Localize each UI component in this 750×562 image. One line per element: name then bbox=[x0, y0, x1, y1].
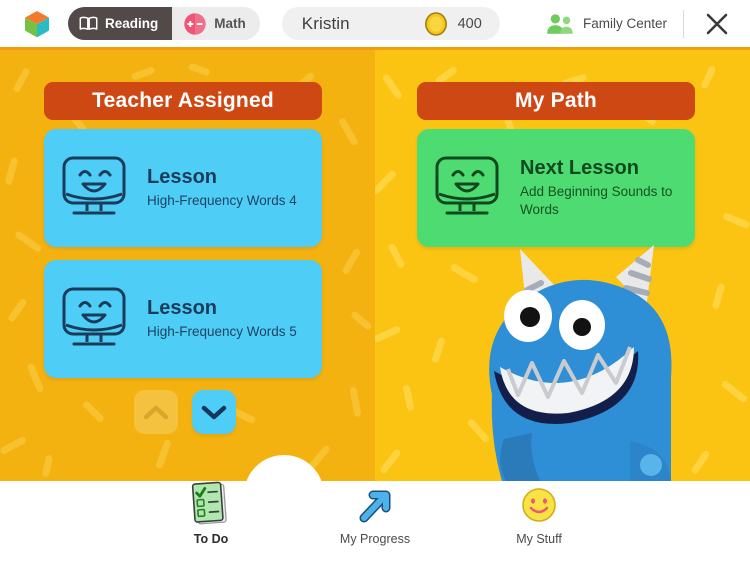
nav-icon-wrap-to-do bbox=[190, 481, 232, 528]
nav-item-my-stuff[interactable]: My Stuff bbox=[487, 482, 592, 546]
stage-top-rule bbox=[0, 47, 750, 50]
lesson-card-2-title: Lesson bbox=[147, 297, 218, 320]
bottom-nav-items: To Do My Progress My Stuff bbox=[0, 481, 750, 562]
nav-label-my-progress: My Progress bbox=[339, 532, 411, 546]
open-book-icon bbox=[79, 16, 98, 30]
family-center-label: Family Center bbox=[582, 16, 667, 31]
top-bar: Reading Math Kristin 400 Family Center bbox=[0, 0, 750, 47]
pager-up-button[interactable] bbox=[134, 390, 178, 434]
toolbar-divider bbox=[683, 9, 684, 38]
subject-tab-reading[interactable]: Reading bbox=[68, 7, 173, 40]
bottom-nav: To Do My Progress My Stuff bbox=[0, 455, 750, 562]
nav-item-to-do[interactable]: To Do bbox=[159, 481, 264, 546]
lesson-pager bbox=[134, 390, 236, 434]
coin-value: 400 bbox=[457, 15, 482, 32]
nav-label-my-stuff: My Stuff bbox=[516, 532, 562, 546]
gold-coin-icon bbox=[424, 11, 447, 36]
lesson-card-1-text: Lesson High-Frequency Words 4 bbox=[147, 166, 306, 209]
content-stage: Teacher Assigned Lesson High-Frequency W… bbox=[0, 47, 750, 481]
teacher-assigned-header-label: Teacher Assigned bbox=[92, 89, 274, 112]
subject-tab-math-label: Math bbox=[214, 16, 246, 31]
next-lesson-card-text: Next Lesson Add Beginning Sounds to Word… bbox=[520, 157, 679, 219]
close-x-icon[interactable] bbox=[702, 9, 732, 39]
checklist-icon bbox=[191, 481, 227, 525]
next-lesson-card-title: Next Lesson bbox=[520, 157, 639, 180]
nav-icon-wrap-my-progress bbox=[355, 482, 395, 528]
app-root: Reading Math Kristin 400 Family Center T… bbox=[0, 0, 750, 562]
family-center-button[interactable]: Family Center bbox=[546, 13, 683, 35]
lesson-card-2-subtitle: High-Frequency Words 5 bbox=[147, 323, 297, 339]
nav-item-my-progress[interactable]: My Progress bbox=[323, 482, 428, 546]
user-pill[interactable]: Kristin 400 bbox=[281, 7, 500, 40]
next-lesson-card-subtitle: Add Beginning Sounds to Words bbox=[520, 183, 673, 217]
nav-icon-wrap-my-stuff bbox=[519, 482, 559, 528]
arrow-up-right-icon bbox=[359, 490, 391, 523]
chevron-up-icon bbox=[143, 405, 169, 419]
smiling-monitor-icon bbox=[62, 287, 126, 346]
subject-tab-math[interactable]: Math bbox=[172, 7, 260, 40]
user-name: Kristin bbox=[301, 13, 350, 33]
pager-down-button[interactable] bbox=[192, 390, 236, 434]
lesson-card-1-title: Lesson bbox=[147, 166, 218, 189]
subject-tab-reading-label: Reading bbox=[105, 16, 159, 31]
my-path-header[interactable]: My Path bbox=[417, 82, 695, 120]
next-lesson-card[interactable]: Next Lesson Add Beginning Sounds to Word… bbox=[417, 129, 695, 247]
smiling-monitor-icon bbox=[62, 156, 126, 215]
lesson-card-1[interactable]: Lesson High-Frequency Words 4 bbox=[44, 129, 322, 247]
smiley-face-icon bbox=[522, 488, 556, 522]
lesson-card-1-subtitle: High-Frequency Words 4 bbox=[147, 192, 297, 208]
chevron-down-icon bbox=[201, 405, 227, 419]
lesson-card-2[interactable]: Lesson High-Frequency Words 5 bbox=[44, 260, 322, 378]
lesson-card-2-text: Lesson High-Frequency Words 5 bbox=[147, 297, 306, 340]
my-path-header-label: My Path bbox=[515, 89, 597, 112]
cube-logo-icon[interactable] bbox=[20, 7, 54, 41]
teacher-assigned-header[interactable]: Teacher Assigned bbox=[44, 82, 322, 120]
blue-monster-mascot bbox=[489, 245, 672, 481]
two-people-icon bbox=[547, 13, 573, 34]
plus-minus-icon bbox=[184, 12, 206, 35]
subject-toggle[interactable]: Reading Math bbox=[68, 7, 260, 40]
nav-label-to-do: To Do bbox=[193, 532, 229, 546]
smiling-monitor-icon bbox=[435, 156, 499, 215]
coin-balance: 400 bbox=[424, 11, 482, 36]
